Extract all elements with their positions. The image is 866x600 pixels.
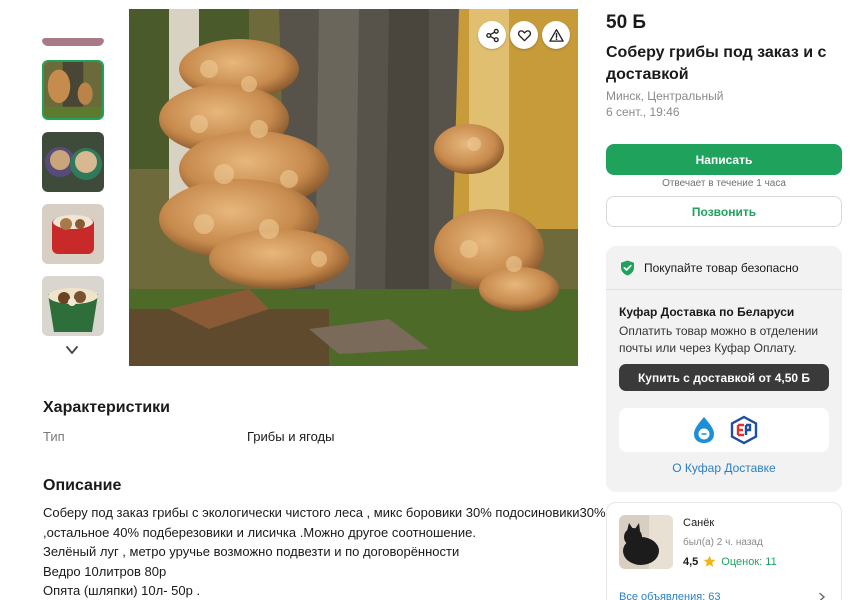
heart-icon: [517, 29, 531, 41]
warning-icon: [548, 28, 564, 42]
share-icon: [485, 28, 499, 42]
all-ads-link[interactable]: Все объявления: 63: [619, 591, 721, 600]
seller-card: Санёк был(а) 2 ч. назад 4,5 Оценок: 11 В…: [606, 502, 842, 600]
safe-deal-card: Покупайте товар безопасно Куфар Доставка…: [606, 246, 842, 492]
write-button[interactable]: Написать: [606, 144, 842, 175]
call-button[interactable]: Позвонить: [606, 196, 842, 227]
favorite-button[interactable]: [510, 21, 538, 49]
rating-value: 4,5: [683, 555, 699, 568]
reviews-count[interactable]: Оценок: 11: [721, 556, 776, 568]
characteristic-key: Тип: [43, 429, 65, 444]
delivery-partners-logos: [619, 408, 829, 452]
belpost-logo-icon: [694, 417, 714, 443]
characteristics-title: Характеристики: [43, 399, 171, 416]
listing-title: Соберу грибы под заказ и с доставкой: [606, 44, 827, 83]
thumbnail-4[interactable]: [42, 276, 104, 336]
seller-name[interactable]: Санёк: [683, 517, 714, 529]
thumbnails-down-button[interactable]: [54, 336, 90, 364]
chevron-right-icon: [819, 592, 826, 600]
divider: [606, 289, 842, 290]
description-line: Опята (шляпки) 10л- 50р .: [43, 583, 201, 599]
safe-deal-headline: Покупайте товар безопасно: [644, 261, 799, 275]
thumbnail-1[interactable]: [42, 60, 104, 120]
mushroom-photo: [129, 9, 578, 366]
avatar[interactable]: [619, 515, 673, 569]
seller-last-seen: был(а) 2 ч. назад: [683, 537, 763, 548]
main-photo[interactable]: [129, 9, 578, 366]
listing-date: 6 сент., 19:46: [606, 105, 680, 119]
about-delivery-link[interactable]: О Куфар Доставке: [606, 461, 842, 475]
buy-with-delivery-button[interactable]: Купить с доставкой от 4,50 Б: [619, 364, 829, 391]
thumbnail-2[interactable]: [42, 132, 104, 192]
shield-check-icon: [621, 260, 634, 276]
thumbnail-0[interactable]: [42, 0, 104, 46]
star-icon: [703, 555, 716, 567]
safe-deal-header: Покупайте товар безопасно: [620, 260, 799, 276]
delivery-text: Оплатить товар можно в отделении почты и…: [619, 324, 819, 355]
delivery-title: Куфар Доставка по Беларуси: [619, 305, 795, 319]
description-line: Ведро 10литров 80р: [43, 563, 167, 579]
share-button[interactable]: [478, 21, 506, 49]
description-text: Соберу под заказ грибы с экологически чи…: [43, 503, 606, 600]
europochta-logo-icon: [730, 415, 758, 445]
thumbnail-3[interactable]: [42, 204, 104, 264]
characteristic-value: Грибы и ягоды: [247, 429, 335, 444]
reply-time-note: Отвечает в течение 1 часа: [662, 178, 786, 189]
listing-price: 50 Б: [606, 12, 647, 33]
report-button[interactable]: [542, 21, 570, 49]
listing-location: Минск, Центральный: [606, 89, 724, 103]
description-line: Зелёный луг , метро уручье возможно подв…: [43, 544, 460, 560]
chevron-down-icon: [66, 346, 78, 354]
seller-rating: 4,5 Оценок: 11: [683, 555, 777, 568]
description-title: Описание: [43, 477, 122, 494]
description-line: ,остальное 40% подберезовики и лисичка .…: [43, 524, 476, 540]
description-line: Соберу под заказ грибы с экологически чи…: [43, 505, 606, 520]
photo-actions: [478, 21, 570, 49]
